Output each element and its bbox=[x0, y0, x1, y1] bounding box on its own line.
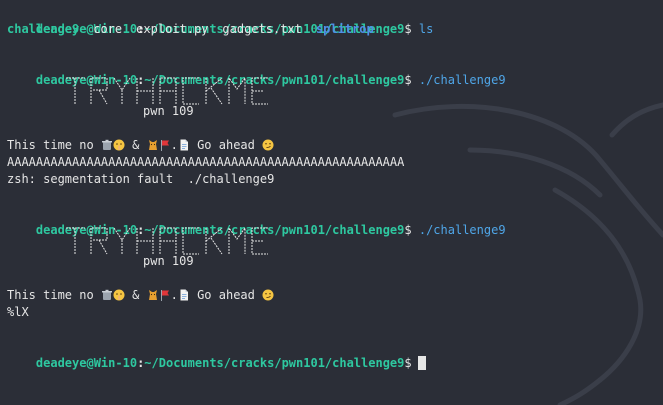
shushing-face-icon bbox=[113, 289, 125, 301]
ls-entry-core: core bbox=[93, 22, 123, 36]
banner-subtitle: pwn 109 bbox=[143, 254, 194, 268]
tryhackme-ascii-logo bbox=[66, 76, 268, 105]
active-prompt-line[interactable]: deadeye@Win-10:~/Documents/cracks/pwn101… bbox=[7, 338, 657, 370]
prompt-user-host: deadeye@Win-10 bbox=[35, 356, 138, 370]
trash-icon bbox=[101, 139, 112, 150]
ls-entry-gadgets: gadgets.txt bbox=[222, 22, 302, 36]
prompt-line-run1: deadeye@Win-10:~/Documents/cracks/pwn101… bbox=[7, 55, 657, 87]
terminal-output: deadeye@Win-10:~/Documents/cracks/pwn101… bbox=[7, 4, 657, 370]
message-text: This time no bbox=[7, 138, 101, 152]
tryhackme-ascii-logo bbox=[66, 226, 268, 255]
segfault-message: zsh: segmentation fault ./challenge9 bbox=[7, 172, 275, 186]
command-text: ls bbox=[418, 22, 434, 36]
red-flag-icon bbox=[160, 140, 169, 151]
ls-output: challenge9 core exploit.py gadgets.txt split… bbox=[7, 21, 657, 38]
trash-icon bbox=[101, 289, 112, 300]
smirking-face-icon bbox=[262, 289, 274, 301]
banner-subtitle: pwn 109 bbox=[143, 104, 194, 118]
ls-entry-exploit: exploit.py bbox=[136, 22, 209, 36]
message-text: & bbox=[124, 138, 147, 152]
user-input-overflow: AAAAAAAAAAAAAAAAAAAAAAAAAAAAAAAAAAAAAAAA… bbox=[7, 155, 405, 169]
prompt-path: ~/Documents/cracks/pwn101/challenge9 bbox=[144, 356, 405, 370]
message-text: . bbox=[170, 138, 178, 152]
program-message: This time no & . Go ahead bbox=[7, 287, 657, 304]
cat-icon bbox=[148, 290, 157, 300]
red-flag-icon bbox=[160, 290, 169, 301]
message-text: & bbox=[124, 288, 147, 302]
message-text: . bbox=[170, 288, 178, 302]
program-message: This time no & . Go ahead bbox=[7, 137, 657, 154]
user-input-format-string: %lX bbox=[7, 305, 29, 319]
prompt-line-ls: deadeye@Win-10:~/Documents/cracks/pwn101… bbox=[7, 4, 657, 36]
message-text: Go ahead bbox=[189, 288, 263, 302]
message-text: Go ahead bbox=[189, 138, 263, 152]
smirking-face-icon bbox=[262, 139, 274, 151]
ls-entry-challenge9: challenge9 bbox=[7, 22, 80, 36]
document-icon bbox=[180, 139, 188, 151]
tryhackme-banner: pwn 109 bbox=[7, 72, 657, 120]
cat-icon bbox=[148, 140, 157, 150]
shushing-face-icon bbox=[113, 139, 125, 151]
prompt-line-run2: deadeye@Win-10:~/Documents/cracks/pwn101… bbox=[7, 205, 657, 237]
message-text: This time no bbox=[7, 288, 101, 302]
prompt-sign: $ bbox=[404, 356, 412, 370]
terminal-cursor[interactable] bbox=[417, 356, 426, 370]
ls-entry-splitrop: splitrop bbox=[315, 22, 374, 36]
prompt-sign: $ bbox=[404, 22, 412, 36]
document-icon bbox=[180, 289, 188, 301]
tryhackme-banner: pwn 109 bbox=[7, 222, 657, 270]
